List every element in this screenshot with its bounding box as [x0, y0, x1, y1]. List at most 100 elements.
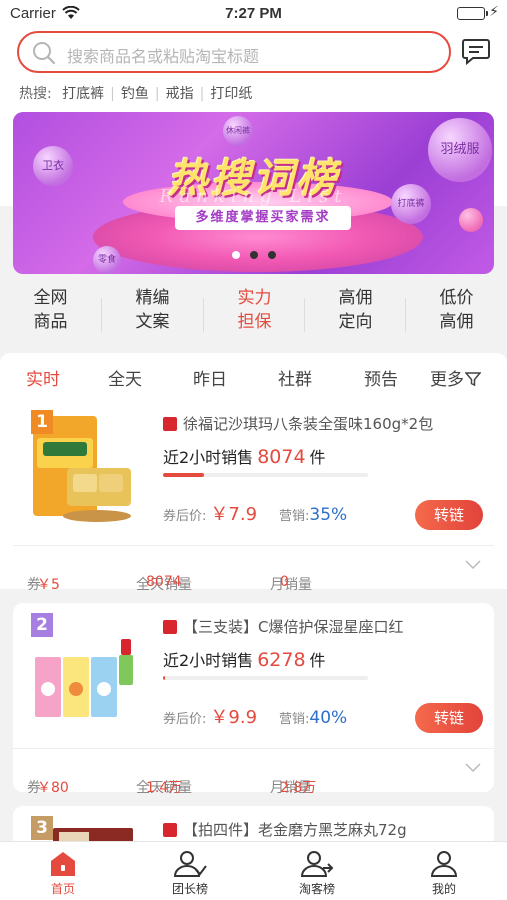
month-sales-value: 0	[280, 574, 289, 590]
home-icon	[51, 852, 75, 876]
category-label: 高佣	[338, 288, 373, 308]
commission-rate: 35%	[309, 505, 348, 525]
tab-more[interactable]: 更多	[430, 365, 482, 390]
category-label: 全网	[33, 288, 68, 308]
tabbar-home[interactable]: 首页	[23, 848, 103, 897]
tab-preview[interactable]: 预告	[364, 365, 398, 390]
message-icon	[462, 39, 490, 66]
share-user-icon	[300, 851, 334, 877]
ranking-tabs: 实时 全天 昨日 社群 预告 更多	[0, 353, 494, 399]
coupon-value: ￥5	[37, 577, 60, 593]
tabbar-taoke[interactable]: 淘客榜	[277, 848, 357, 897]
bottom-tab-bar: 首页 团长榜 淘客榜 我的	[0, 841, 507, 900]
rate-label: 营销:	[279, 712, 310, 727]
pager-dot[interactable]	[267, 251, 276, 259]
tmall-icon	[163, 620, 177, 634]
commission-rate: 40%	[309, 708, 348, 728]
category-label: 精编	[135, 288, 170, 308]
product-card[interactable]: 1 徐福记沙琪玛八条装全蛋味160g*2包 近2小时销售 8074 件 券后价: ￥7…	[13, 400, 494, 593]
product-footer: 券 ￥5 全天销量 8074 月销量 0	[13, 545, 494, 593]
banner-pager[interactable]	[13, 244, 494, 263]
message-button[interactable]	[461, 37, 491, 66]
category-label: 商品	[33, 312, 68, 332]
tabbar-mine[interactable]: 我的	[404, 848, 484, 897]
tab-community[interactable]: 社群	[278, 365, 312, 390]
product-card[interactable]: 3 【拍四件】老金磨方黑芝麻丸72g	[13, 806, 494, 846]
charging-icon: ⚡	[489, 4, 499, 20]
tabbar-leader[interactable]: 团长榜	[150, 848, 230, 897]
category-label: 高佣	[439, 312, 474, 332]
product-card[interactable]: 2 【三支装】C爆倍护保湿星座口红 近2小时销售 6278 件 券后价: ￥9.9 营销…	[13, 603, 494, 796]
convert-link-button[interactable]: 转链	[415, 703, 483, 733]
tabbar-label: 淘客榜	[298, 882, 335, 896]
convert-link-button[interactable]: 转链	[415, 500, 483, 530]
hot-keyword[interactable]: 打底裤	[62, 86, 104, 102]
sales-count: 6278	[257, 649, 306, 671]
month-sales-value: 2.8万	[280, 780, 317, 796]
price-label: 券后价:	[163, 712, 207, 727]
battery-icon	[457, 7, 488, 20]
category-label: 实力	[237, 288, 272, 308]
category-item[interactable]: 低价 高佣	[406, 286, 507, 344]
product-title-text: 徐福记沙琪玛八条装全蛋味160g*2包	[183, 415, 434, 433]
sales-progress-fill	[163, 473, 204, 477]
hot-keyword[interactable]: 打印纸	[210, 86, 252, 102]
hot-search-row: 热搜: 打底裤 | 钓鱼 | 戒指 | 打印纸	[19, 86, 253, 102]
search-icon	[31, 40, 57, 70]
product-thumbnail[interactable]: 2	[23, 611, 141, 731]
tmall-icon	[163, 417, 177, 431]
banner-bubble: 休闲裤	[223, 116, 253, 146]
sales-unit: 件	[309, 651, 326, 670]
price-label: 券后价:	[163, 509, 207, 524]
hot-keyword[interactable]: 戒指	[166, 86, 194, 102]
pager-dot[interactable]	[231, 251, 240, 259]
filter-icon	[464, 372, 482, 387]
sales-progress-fill	[163, 676, 166, 680]
category-item-active[interactable]: 实力 担保	[204, 286, 305, 344]
category-label: 低价	[439, 288, 474, 308]
product-price: ￥7.9	[210, 504, 258, 525]
search-input[interactable]: 搜索商品名或粘贴淘宝标题	[17, 31, 451, 73]
rank-badge: 1	[31, 410, 53, 434]
tab-realtime[interactable]: 实时	[26, 365, 60, 390]
banner-bubble-decor	[459, 208, 483, 232]
hot-keyword[interactable]: 钓鱼	[121, 86, 149, 102]
status-bar: Carrier 7:27 PM ⚡	[0, 0, 507, 28]
category-nav: 全网 商品 精编 文案 实力 担保 高佣 定向 低价 高佣	[0, 286, 507, 344]
category-item[interactable]: 全网 商品	[0, 286, 101, 344]
tabbar-label: 我的	[431, 882, 456, 896]
product-footer: 券 ￥80 全天销量 1.4万 月销量 2.8万	[13, 748, 494, 796]
search-placeholder: 搜索商品名或粘贴淘宝标题	[67, 47, 260, 66]
category-label: 担保	[237, 312, 272, 332]
category-label: 文案	[135, 312, 170, 332]
category-label: 定向	[338, 312, 373, 332]
tab-more-label: 更多	[430, 370, 464, 390]
tabbar-label: 首页	[50, 882, 75, 896]
hot-search-label: 热搜:	[19, 86, 52, 102]
tab-yesterday[interactable]: 昨日	[193, 365, 227, 390]
product-thumbnail[interactable]: 1	[23, 408, 141, 528]
sales-progress-bar	[163, 473, 368, 477]
tab-all-day[interactable]: 全天	[108, 365, 142, 390]
banner-tagline: 多维度掌握买家需求	[175, 206, 351, 230]
category-item[interactable]: 高佣 定向	[305, 286, 406, 344]
product-sales: 近2小时销售 6278 件	[163, 647, 326, 671]
product-title: 【三支装】C爆倍护保湿星座口红	[163, 616, 403, 637]
promo-banner[interactable]: 卫衣 羽绒服 打底裤 零食 休闲裤 热搜词榜 Ranking List 多维度掌…	[13, 112, 494, 274]
product-title: 【拍四件】老金磨方黑芝麻丸72g	[163, 819, 407, 840]
leader-icon	[173, 851, 207, 877]
rate-label: 营销:	[279, 509, 310, 524]
category-item[interactable]: 精编 文案	[102, 286, 203, 344]
product-price-row: 券后价: ￥9.9 营销:40%	[163, 703, 347, 729]
month-sales-label: 月销量	[270, 577, 312, 593]
sales-unit: 件	[309, 448, 326, 467]
chevron-down-icon[interactable]	[465, 761, 481, 777]
chevron-down-icon[interactable]	[465, 558, 481, 574]
sales-prefix: 近2小时销售	[163, 448, 254, 467]
banner-subtitle: Ranking List	[159, 186, 348, 207]
product-price: ￥9.9	[210, 707, 258, 728]
product-title: 徐福记沙琪玛八条装全蛋味160g*2包	[163, 413, 433, 434]
pager-dot[interactable]	[249, 251, 258, 259]
product-sales: 近2小时销售 8074 件	[163, 444, 326, 468]
tmall-icon	[163, 823, 177, 837]
